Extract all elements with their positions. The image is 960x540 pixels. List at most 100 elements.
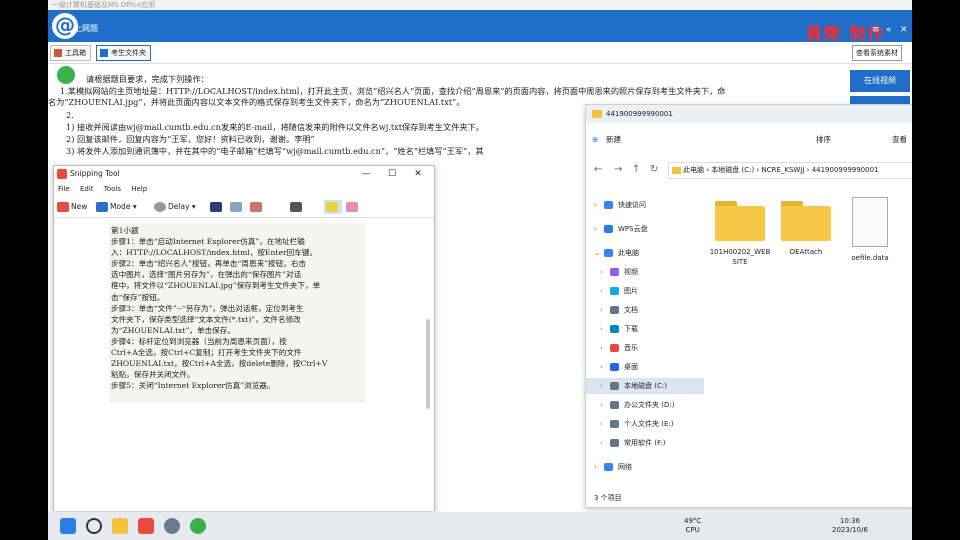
snip-line: 步骤3：单击“文件”--“另存为”，弹出对话框，定位到考生	[111, 303, 304, 313]
cpu-temp-label: CPU	[685, 526, 700, 534]
nav-item-drive-e[interactable]: › 个人文件夹 (E:)	[586, 416, 704, 432]
folder-item[interactable]: 101H00202_WEBSITE	[708, 195, 772, 267]
settings-icon[interactable]	[164, 518, 180, 534]
back-arrow-icon[interactable]: ←	[594, 164, 602, 175]
snip-image-text: 第1小题 步骤1：单击“启动Internet Explorer仿真”，在地址栏输…	[109, 223, 365, 403]
save-icon	[210, 202, 222, 212]
nav-item-drive-d[interactable]: › 办公文件夹 (D:)	[586, 397, 704, 413]
delay-button[interactable]: Delay ▾	[154, 200, 196, 214]
pen-button[interactable]	[290, 200, 304, 214]
online-video-button[interactable]: 在线视频	[850, 70, 910, 92]
menu-edit[interactable]: Edit	[80, 183, 94, 195]
nav-item-wps-cloud[interactable]: › WPS云盘	[586, 221, 704, 237]
snipping-title: Snipping Tool	[70, 169, 120, 178]
snip-line: 步骤4：标杆定位到浏览器（当前为周恩来页面），按	[111, 336, 287, 346]
breadcrumb-item[interactable]: 本地磁盘 (C:)	[711, 166, 754, 174]
forward-arrow-icon[interactable]: →	[614, 164, 622, 175]
copy-button[interactable]	[230, 200, 244, 214]
snipping-toolbar: New Mode ▾ Delay ▾	[54, 196, 434, 218]
breadcrumb-item[interactable]: NCRE_KSWJJ	[761, 166, 804, 174]
menu-file[interactable]: File	[58, 183, 70, 195]
new-button[interactable]: 新建	[606, 134, 621, 146]
chevron-icon: ›	[600, 306, 603, 314]
nav-item-this-pc[interactable]: ⌄ 此电脑	[586, 245, 704, 261]
address-bar[interactable]: 此电脑 › 本地磁盘 (C:) › NCRE_KSWJJ › 441900999…	[668, 162, 912, 179]
nav-label: 办公文件夹 (D:)	[624, 401, 675, 409]
snipping-tool-icon	[57, 169, 67, 179]
clock[interactable]: 10:36 2023/10/6	[832, 517, 868, 535]
nav-item-pictures[interactable]: › 图片	[586, 283, 704, 299]
taskbar: 49°C CPU 10:36 2023/10/6	[48, 512, 912, 540]
pen-icon	[290, 202, 302, 212]
snip-canvas: 第1小题 步骤1：单击“启动Internet Explorer仿真”，在地址栏输…	[54, 219, 434, 511]
nav-label: 常用软件 (F:)	[624, 439, 666, 447]
screen: 一级计算机基础及MS Office应用 @ 上网题 黄辉 制作 ≡ « ✕ 工具…	[48, 0, 912, 540]
snipping-title-bar: Snipping Tool — ☐ ✕	[54, 166, 434, 182]
nav-item-downloads[interactable]: › 下载	[586, 321, 704, 337]
nav-item-music[interactable]: › 音乐	[586, 340, 704, 356]
nav-item-drive-c[interactable]: › 本地磁盘 (C:)	[586, 378, 704, 394]
breadcrumb-item[interactable]: 此电脑	[683, 166, 704, 174]
snipping-tool-taskbar-icon[interactable]	[138, 518, 154, 534]
nav-label: 本地磁盘 (C:)	[624, 382, 667, 390]
start-icon[interactable]	[60, 518, 76, 534]
highlighter-button[interactable]	[324, 200, 342, 214]
question-line: 2) 回复该邮件，回复内容为“王军，您好！资料已收到，谢谢。李明”	[66, 134, 315, 144]
sort-button[interactable]: 排序	[816, 134, 831, 146]
maximize-button[interactable]: ☐	[380, 166, 404, 182]
network-icon	[604, 463, 613, 471]
nav-item-documents[interactable]: › 文档	[586, 302, 704, 318]
nav-label: 图片	[624, 287, 638, 295]
nav-label: 视频	[624, 268, 638, 276]
menu-icon[interactable]: ≡	[872, 25, 880, 35]
up-arrow-icon[interactable]: ↑	[632, 164, 640, 175]
eraser-button[interactable]	[346, 200, 360, 214]
cloud-icon	[604, 225, 613, 233]
wechat-icon[interactable]	[190, 518, 206, 534]
time: 10:36	[839, 517, 861, 525]
file-item[interactable]: oefile.data	[838, 195, 902, 263]
send-button[interactable]	[250, 200, 264, 214]
nav-item-network[interactable]: › 网络	[586, 459, 704, 475]
view-button[interactable]: 查看	[892, 134, 907, 146]
view-materials-button[interactable]: 查看系统素材	[852, 45, 902, 61]
scrollbar[interactable]	[426, 319, 430, 409]
nav-label: 网络	[618, 463, 632, 471]
question-line: 请根据题目要求，完成下列操作：	[86, 74, 209, 84]
chevron-icon: ›	[600, 401, 603, 409]
minimize-button[interactable]: —	[354, 166, 378, 182]
folder-item[interactable]: OEAttach	[774, 195, 838, 257]
question-line: 1) 接收并阅读由wj@mail.cumtb.edu.cn发来的E-mail，将…	[66, 122, 484, 132]
drive-icon	[610, 382, 619, 390]
question-line: 1.某模拟网站的主页地址是：HTTP://LOCALHOST/index.htm…	[60, 86, 726, 96]
chevron-icon: ⌄	[594, 249, 600, 257]
menu-tools[interactable]: Tools	[104, 183, 121, 195]
exam-folder-label: 考生文件夹	[111, 49, 146, 57]
save-button[interactable]	[210, 200, 224, 214]
folder-icon	[592, 110, 602, 118]
explorer-tab[interactable]: 441900999990001	[586, 105, 912, 123]
clock-icon	[154, 202, 166, 212]
mode-button[interactable]: Mode ▾	[96, 200, 137, 214]
exam-folder-button[interactable]: 考生文件夹	[96, 45, 151, 61]
search-icon[interactable]	[86, 518, 102, 534]
chevron-icon: ›	[600, 268, 603, 276]
toolbox-button[interactable]: 工具箱	[50, 45, 91, 61]
nav-item-videos[interactable]: › 视频	[586, 264, 704, 280]
close-button[interactable]: ✕	[406, 166, 430, 182]
new-snip-button[interactable]: New	[57, 200, 87, 214]
refresh-icon[interactable]: ↻	[650, 164, 658, 175]
close-icon[interactable]: ✕	[900, 25, 908, 35]
menu-help[interactable]: Help	[131, 183, 147, 195]
nav-item-desktop[interactable]: › 桌面	[586, 359, 704, 375]
file-explorer-icon[interactable]	[112, 518, 128, 534]
collapse-icon[interactable]: «	[886, 25, 892, 35]
nav-item-drive-f[interactable]: › 常用软件 (F:)	[586, 435, 704, 451]
send-icon	[250, 202, 262, 212]
breadcrumb-item[interactable]: 441900999990001	[812, 166, 879, 174]
delay-label: Delay	[168, 202, 190, 211]
drive-icon	[610, 420, 619, 428]
chevron-icon: ›	[600, 420, 603, 428]
toolbox-icon	[54, 49, 62, 57]
nav-item-quick-access[interactable]: › 快速访问	[586, 197, 704, 213]
